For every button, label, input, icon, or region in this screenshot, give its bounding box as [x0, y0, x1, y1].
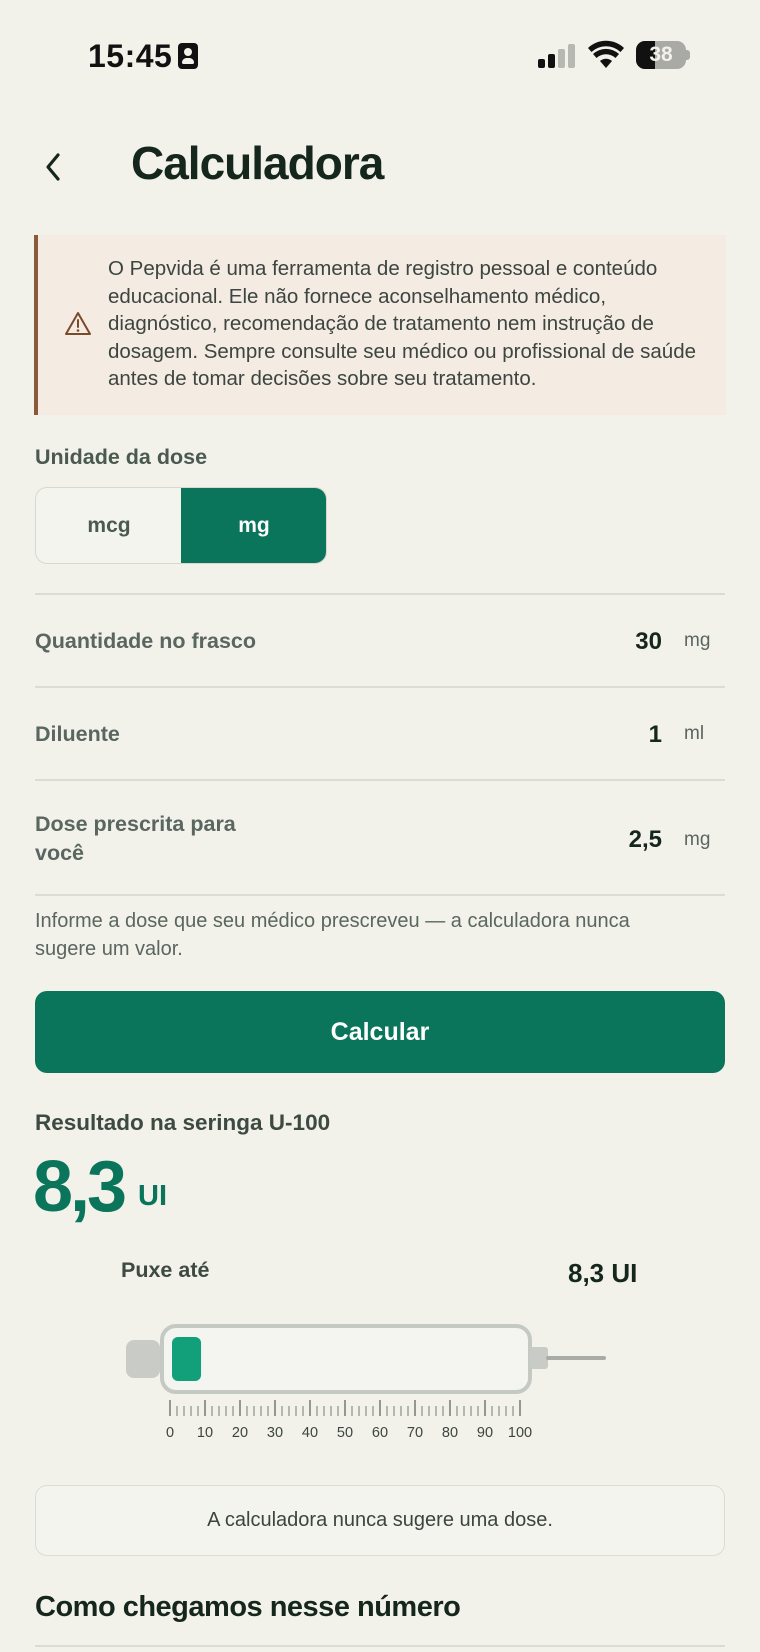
syringe-scale-label: 10	[197, 1425, 213, 1440]
syringe-scale-label: 70	[407, 1425, 423, 1440]
pull-to-label: Puxe até	[121, 1258, 210, 1282]
diluent-input[interactable]: 1	[649, 721, 662, 749]
helper-text: Informe a dose que seu médico prescreveu…	[35, 910, 630, 960]
diluent-unit: ml	[684, 723, 705, 744]
result-value: 8,3	[33, 1147, 127, 1227]
syringe-scale-label: 30	[267, 1425, 283, 1440]
cellular-signal-icon	[538, 44, 578, 68]
syringe-scale-label: 90	[477, 1425, 493, 1440]
contact-card-icon	[178, 43, 198, 69]
syringe-scale-ticks	[169, 1400, 521, 1416]
disclaimer-banner: O Pepvida é uma ferramenta de registro p…	[34, 235, 726, 415]
syringe-illustration: 0 10 20 30 40 50 60 70 80 90 100	[126, 1324, 606, 1440]
calculate-button[interactable]: Calcular	[35, 991, 725, 1073]
divider	[35, 1645, 725, 1647]
wifi-icon	[588, 40, 624, 68]
battery-icon: 38	[636, 41, 690, 69]
prescribed-dose-label: Dose prescrita para você	[35, 812, 236, 865]
syringe-scale-label: 40	[302, 1425, 318, 1440]
dose-unit-segmented-control: mcg mg	[35, 487, 327, 564]
syringe-scale-label: 80	[442, 1425, 458, 1440]
disclaimer-text: O Pepvida é uma ferramenta de registro p…	[108, 257, 697, 390]
syringe-scale-label: 100	[508, 1425, 532, 1440]
syringe-barrel	[160, 1324, 532, 1394]
diluent-label: Diluente	[35, 722, 120, 746]
syringe-scale-label: 50	[337, 1425, 353, 1440]
syringe-scale-label: 0	[166, 1425, 174, 1440]
battery-percent: 38	[649, 43, 673, 66]
prescribed-dose-unit: mg	[684, 829, 711, 850]
divider	[35, 593, 725, 595]
prescribed-dose-input[interactable]: 2,5	[629, 826, 662, 854]
syringe-fill-level	[172, 1337, 202, 1381]
vial-amount-label: Quantidade no frasco	[35, 629, 257, 653]
divider	[35, 894, 725, 896]
how-we-got-here-heading[interactable]: Como chegamos nesse número	[35, 1591, 461, 1624]
vial-amount-unit: mg	[684, 630, 711, 651]
status-bar: 15:45 38	[0, 0, 760, 110]
syringe-scale-label: 20	[232, 1425, 248, 1440]
divider	[35, 686, 725, 688]
warning-triangle-icon	[65, 312, 91, 335]
syringe-scale-label: 60	[372, 1425, 388, 1440]
status-time: 15:45	[88, 38, 173, 74]
note-box: A calculadora nunca sugere uma dose.	[35, 1485, 725, 1556]
divider	[35, 779, 725, 781]
dose-unit-option-mg[interactable]: mg	[181, 488, 326, 563]
calculator-screen: 15:45 38 Calculadora O Pepvida é uma fer…	[0, 0, 760, 1652]
chevron-left-icon[interactable]	[36, 145, 72, 189]
dose-unit-label: Unidade da dose	[35, 445, 208, 469]
page-title: Calculadora	[131, 137, 384, 189]
dose-unit-option-mcg[interactable]: mcg	[36, 488, 182, 563]
syringe-scale-labels: 0 10 20 30 40 50 60 70 80 90 100	[166, 1425, 532, 1440]
vial-amount-input[interactable]: 30	[635, 628, 662, 656]
result-label: Resultado na seringa U-100	[35, 1110, 331, 1135]
result-unit: UI	[138, 1180, 167, 1212]
syringe-plunger-cap	[126, 1340, 160, 1378]
syringe-tip	[530, 1347, 548, 1369]
pull-to-value: 8,3 UI	[568, 1258, 638, 1288]
